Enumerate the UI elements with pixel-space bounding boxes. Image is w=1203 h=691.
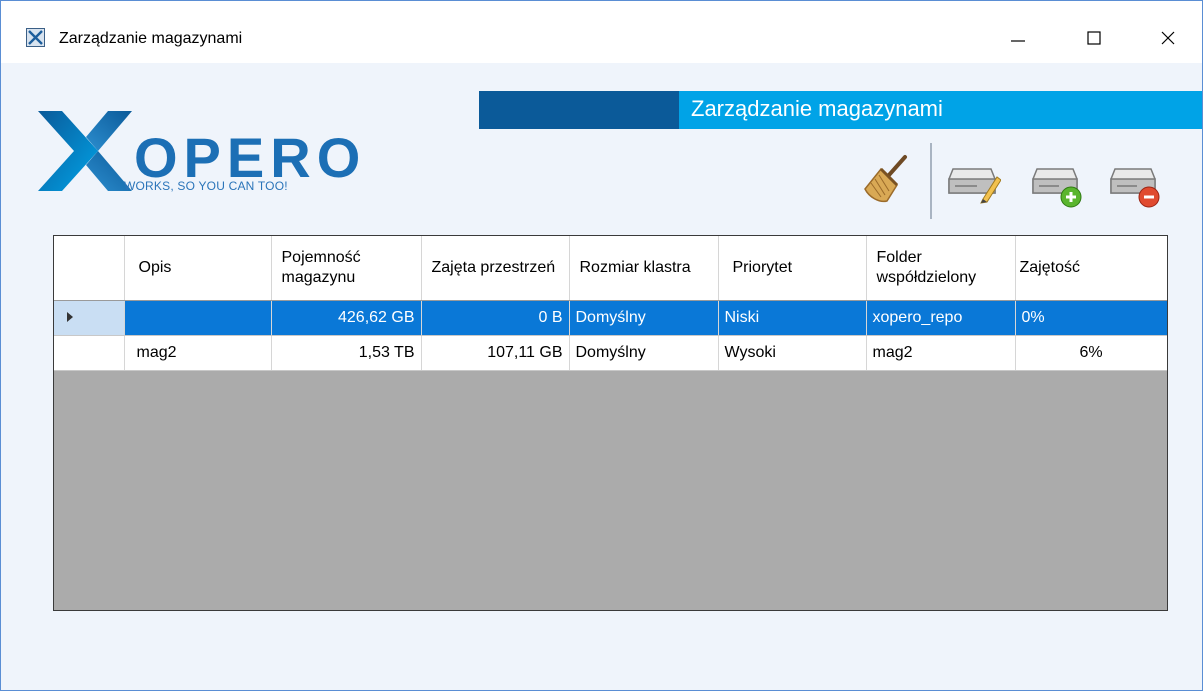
header-band-dark (479, 91, 679, 129)
app-icon (26, 28, 45, 47)
cell-zajetosc[interactable]: 0% (1015, 300, 1167, 336)
cell-priorytet[interactable]: Niski (718, 300, 867, 336)
cell-priorytet[interactable]: Wysoki (718, 335, 867, 371)
close-icon (1161, 31, 1175, 45)
window-title: Zarządzanie magazynami (59, 30, 243, 47)
drive-remove-icon (1110, 168, 1160, 208)
header-title: Zarządzanie magazynami (691, 96, 943, 121)
broom-icon (864, 155, 907, 203)
edit-repository-button[interactable] (947, 155, 1002, 209)
remove-repository-button[interactable] (1109, 155, 1163, 209)
cell-opis[interactable] (124, 300, 272, 336)
column-header-priorytet[interactable]: Priorytet (718, 236, 867, 301)
row-selector[interactable] (54, 335, 125, 371)
add-repository-button[interactable] (1031, 155, 1085, 209)
title-bar[interactable]: Zarządzanie magazynami (1, 1, 1202, 63)
column-header-zajeta[interactable]: Zajęta przestrzeń (421, 236, 570, 301)
cell-opis[interactable]: mag2 (124, 335, 272, 371)
cell-folder[interactable]: xopero_repo (866, 300, 1016, 336)
column-header-opis[interactable]: Opis (124, 236, 272, 301)
clean-button[interactable] (859, 153, 913, 207)
drive-edit-icon (948, 168, 1002, 204)
cell-pojemnosc[interactable]: 426,62 GB (271, 300, 422, 336)
cell-folder[interactable]: mag2 (866, 335, 1016, 371)
repositories-grid[interactable]: Opis Pojemność magazynu Zajęta przestrze… (53, 235, 1168, 611)
column-header-rowselector[interactable] (54, 236, 125, 301)
column-header-rozmiar-klastra[interactable]: Rozmiar klastra (569, 236, 719, 301)
cell-zajetosc[interactable]: 6% (1015, 335, 1167, 371)
drive-add-icon (1032, 168, 1082, 208)
grid-header-row: Opis Pojemność magazynu Zajęta przestrze… (54, 236, 1167, 301)
cell-zajeta[interactable]: 0 B (421, 300, 570, 336)
table-row[interactable]: mag2 1,53 TB 107,11 GB Domyślny Wysoki m… (54, 335, 1167, 371)
close-button[interactable] (1145, 15, 1191, 61)
current-row-arrow-icon (67, 312, 73, 322)
column-header-pojemnosc[interactable]: Pojemność magazynu (271, 236, 422, 301)
client-area: OPERO WORKS, SO YOU CAN TOO! Zarządzanie… (1, 63, 1202, 690)
minimize-button[interactable] (995, 15, 1041, 61)
logo-tagline: WORKS, SO YOU CAN TOO! (124, 179, 288, 193)
toolbar-separator (930, 143, 932, 219)
cell-rozmiar-klastra[interactable]: Domyślny (569, 300, 719, 336)
cell-pojemnosc[interactable]: 1,53 TB (271, 335, 422, 371)
table-row[interactable]: 426,62 GB 0 B Domyślny Niski xopero_repo… (54, 300, 1167, 336)
column-header-folder[interactable]: Folder współdzielony (866, 236, 1016, 301)
maximize-icon (1087, 31, 1101, 45)
cell-zajeta[interactable]: 107,11 GB (421, 335, 570, 371)
app-window: Zarządzanie magazynami OPERO WORKS, SO Y… (0, 0, 1203, 691)
cell-rozmiar-klastra[interactable]: Domyślny (569, 335, 719, 371)
minimize-icon (1011, 40, 1025, 42)
column-header-zajetosc[interactable]: Zajętość (1015, 236, 1167, 301)
maximize-button[interactable] (1071, 15, 1117, 61)
row-selector[interactable] (54, 300, 125, 336)
